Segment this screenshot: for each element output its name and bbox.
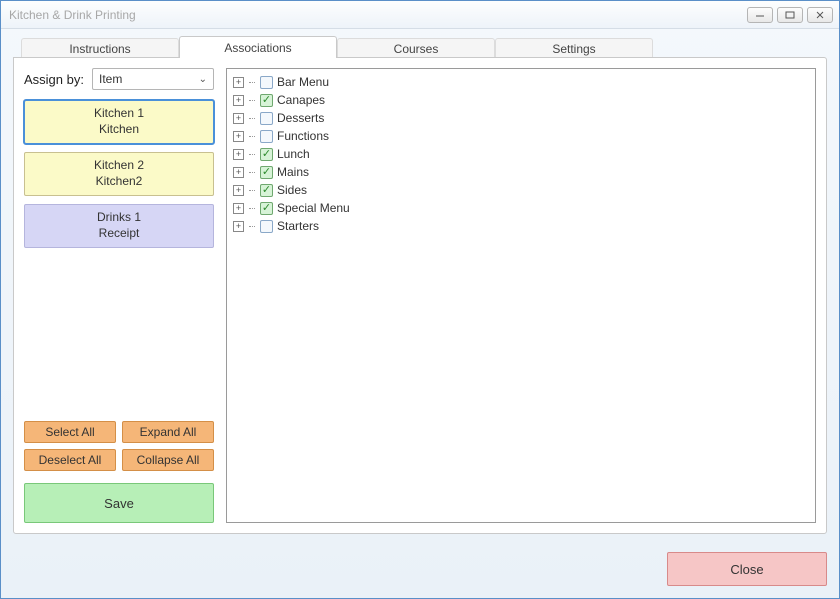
tree-checkbox[interactable] (260, 148, 273, 161)
deselect-all-button[interactable]: Deselect All (24, 449, 116, 471)
tree-connector (249, 190, 255, 191)
printer-line2: Kitchen2 (96, 174, 143, 190)
printer-line2: Kitchen (99, 122, 139, 138)
tree-connector (249, 208, 255, 209)
tree-connector (249, 226, 255, 227)
tree-checkbox[interactable] (260, 220, 273, 233)
tree-connector (249, 118, 255, 119)
expand-icon[interactable]: + (233, 95, 244, 106)
assign-label: Assign by: (24, 72, 84, 87)
tab-associations[interactable]: Associations (179, 36, 337, 58)
chevron-down-icon: ⌄ (199, 74, 207, 85)
printer-list: Kitchen 1 Kitchen Kitchen 2 Kitchen2 Dri… (24, 100, 214, 248)
tree-connector (249, 154, 255, 155)
footer: Close (1, 546, 839, 598)
tab-settings[interactable]: Settings (495, 38, 653, 58)
printer-line2: Receipt (99, 226, 140, 242)
maximize-button[interactable] (777, 7, 803, 23)
select-all-button[interactable]: Select All (24, 421, 116, 443)
tree-item[interactable]: + Sides (233, 181, 809, 199)
collapse-all-button[interactable]: Collapse All (122, 449, 214, 471)
expand-all-button[interactable]: Expand All (122, 421, 214, 443)
left-column: Assign by: Item ⌄ Kitchen 1 Kitchen Kitc… (24, 68, 214, 523)
tree-checkbox[interactable] (260, 184, 273, 197)
tree-item[interactable]: + Canapes (233, 91, 809, 109)
window-controls (747, 7, 833, 23)
expand-icon[interactable]: + (233, 167, 244, 178)
assign-dropdown[interactable]: Item ⌄ (92, 68, 214, 90)
tree-checkbox[interactable] (260, 76, 273, 89)
tree-item-label: Starters (277, 219, 319, 233)
tab-courses[interactable]: Courses (337, 38, 495, 58)
expand-icon[interactable]: + (233, 113, 244, 124)
tree-checkbox[interactable] (260, 166, 273, 179)
tab-strip: Instructions Associations Courses Settin… (13, 36, 827, 58)
tree-item-label: Special Menu (277, 201, 350, 215)
save-button[interactable]: Save (24, 483, 214, 523)
expand-icon[interactable]: + (233, 149, 244, 160)
expand-icon[interactable]: + (233, 203, 244, 214)
window-title: Kitchen & Drink Printing (7, 8, 747, 22)
tree-item[interactable]: + Bar Menu (233, 73, 809, 91)
tree-checkbox[interactable] (260, 94, 273, 107)
expand-icon[interactable]: + (233, 77, 244, 88)
titlebar: Kitchen & Drink Printing (1, 1, 839, 29)
expand-icon[interactable]: + (233, 131, 244, 142)
printer-drinks-1[interactable]: Drinks 1 Receipt (24, 204, 214, 248)
printer-line1: Drinks 1 (97, 210, 141, 226)
tree-checkbox[interactable] (260, 130, 273, 143)
tree-item[interactable]: + Lunch (233, 145, 809, 163)
content-area: Instructions Associations Courses Settin… (1, 29, 839, 546)
tree-item-label: Canapes (277, 93, 325, 107)
window: Kitchen & Drink Printing Instructions As… (0, 0, 840, 599)
tab-panel-associations: Assign by: Item ⌄ Kitchen 1 Kitchen Kitc… (13, 57, 827, 534)
category-tree[interactable]: + Bar Menu + Canapes + Desserts + Functions + Lun… (226, 68, 816, 523)
tree-item[interactable]: + Desserts (233, 109, 809, 127)
tree-connector (249, 136, 255, 137)
printer-kitchen-1[interactable]: Kitchen 1 Kitchen (24, 100, 214, 144)
tree-item-label: Functions (277, 129, 329, 143)
assign-dropdown-value: Item (99, 72, 122, 86)
expand-icon[interactable]: + (233, 185, 244, 196)
tab-instructions[interactable]: Instructions (21, 38, 179, 58)
tree-connector (249, 172, 255, 173)
assign-row: Assign by: Item ⌄ (24, 68, 214, 90)
minimize-button[interactable] (747, 7, 773, 23)
tree-item[interactable]: + Functions (233, 127, 809, 145)
tree-item-label: Mains (277, 165, 309, 179)
tree-checkbox[interactable] (260, 202, 273, 215)
tree-connector (249, 82, 255, 83)
close-button[interactable]: Close (667, 552, 827, 586)
tree-item-label: Bar Menu (277, 75, 329, 89)
printer-line1: Kitchen 2 (94, 158, 144, 174)
tree-item-label: Lunch (277, 147, 310, 161)
tree-item[interactable]: + Mains (233, 163, 809, 181)
printer-line1: Kitchen 1 (94, 106, 144, 122)
tree-checkbox[interactable] (260, 112, 273, 125)
tree-item[interactable]: + Special Menu (233, 199, 809, 217)
tree-item-label: Sides (277, 183, 307, 197)
printer-kitchen-2[interactable]: Kitchen 2 Kitchen2 (24, 152, 214, 196)
tree-connector (249, 100, 255, 101)
tree-item[interactable]: + Starters (233, 217, 809, 235)
close-window-button[interactable] (807, 7, 833, 23)
expand-icon[interactable]: + (233, 221, 244, 232)
tree-item-label: Desserts (277, 111, 324, 125)
